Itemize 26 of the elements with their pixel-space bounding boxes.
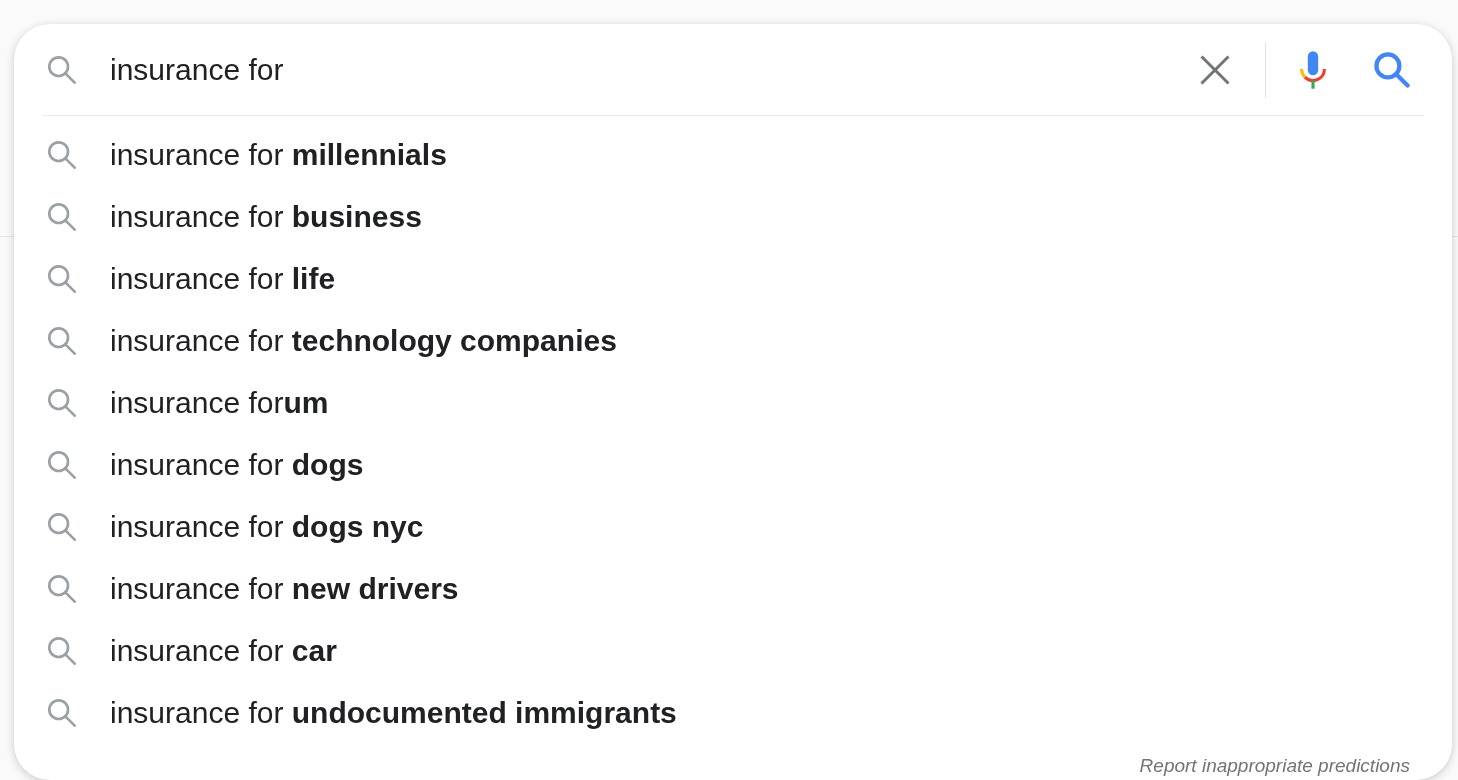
search-icon bbox=[48, 389, 76, 417]
close-icon bbox=[1200, 54, 1230, 85]
search-icon bbox=[48, 203, 76, 231]
report-link[interactable]: Report inappropriate predictions bbox=[1139, 755, 1410, 777]
search-icon bbox=[1374, 51, 1410, 88]
search-icon bbox=[48, 327, 76, 355]
suggestion[interactable]: insurance for millennials bbox=[110, 138, 447, 172]
suggestion[interactable]: insurance for dogs bbox=[110, 448, 364, 482]
search-field[interactable]: insurance for bbox=[110, 52, 1174, 87]
suggestion[interactable]: insurance for technology companies bbox=[110, 324, 617, 358]
search-icon bbox=[48, 575, 76, 603]
search-icon bbox=[48, 141, 76, 169]
suggestion[interactable]: insurance for business bbox=[110, 200, 422, 234]
suggestion[interactable]: insurance for undocumented immigrants bbox=[110, 696, 677, 730]
search-icon bbox=[48, 55, 76, 84]
suggestion[interactable]: insurance forum bbox=[110, 386, 329, 420]
microphone-icon bbox=[1300, 50, 1326, 89]
search-icon bbox=[48, 699, 76, 727]
search-icon bbox=[48, 451, 76, 479]
search-icon bbox=[48, 265, 76, 293]
suggestion[interactable]: insurance for dogs nyc bbox=[110, 510, 424, 544]
search-icon bbox=[48, 637, 76, 665]
suggestion[interactable]: insurance for new drivers bbox=[110, 572, 459, 606]
suggestion[interactable]: insurance for car bbox=[110, 634, 337, 668]
search-icon bbox=[48, 513, 76, 541]
suggestion[interactable]: insurance for life bbox=[110, 262, 336, 296]
